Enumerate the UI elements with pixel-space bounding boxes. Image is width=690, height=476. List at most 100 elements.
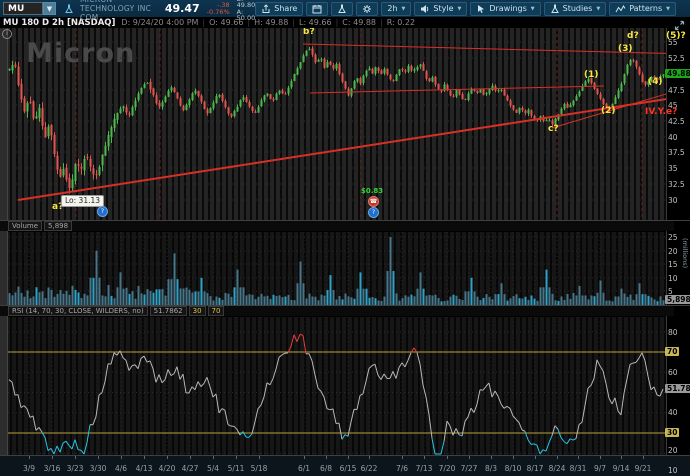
time-axis-label: 5/11 xyxy=(228,464,245,473)
patterns-button[interactable]: Patterns▼ xyxy=(609,2,676,16)
elliott-wave-label: b? xyxy=(303,27,315,37)
time-axis-tick xyxy=(167,456,168,459)
time-axis-tick xyxy=(236,456,237,459)
chevron-down-icon: ▼ xyxy=(531,6,535,12)
chevron-down-icon: ▼ xyxy=(666,6,670,12)
price-axis-label: 52.5 xyxy=(668,54,685,63)
last-price-badge: 49.88 xyxy=(665,69,690,78)
time-axis-label: 4/27 xyxy=(182,464,199,473)
time-axis-label: 6/15 xyxy=(340,464,357,473)
earnings-amount-label: $0.83 xyxy=(361,187,383,195)
volume-axis-unit: (millions) xyxy=(681,238,689,268)
symbol-dropdown-caret[interactable]: ▼ xyxy=(43,2,56,15)
field-separator: | xyxy=(292,18,295,27)
time-axis-label: 3/30 xyxy=(90,464,107,473)
time-axis-tick xyxy=(557,456,558,459)
ask-value: A: 50.00 xyxy=(237,9,256,22)
field-separator: | xyxy=(380,18,383,27)
time-axis-tick xyxy=(424,456,425,459)
share-button[interactable]: Share xyxy=(255,2,303,16)
time-axis-tick xyxy=(52,456,53,459)
info-icon[interactable]: i xyxy=(2,29,12,39)
elliott-wave-label: (1) xyxy=(584,70,599,80)
change-block: -.38 -0.76% xyxy=(207,2,230,15)
earnings-marker-icon[interactable]: ? xyxy=(368,207,379,218)
earnings-marker-icon[interactable]: ? xyxy=(97,206,108,217)
time-axis-tick xyxy=(643,456,644,459)
share-button-label: Share xyxy=(274,4,297,13)
rsi-value-badge: 51.7862 xyxy=(665,384,690,393)
elliott-wave-label: (3) xyxy=(618,44,633,54)
rsi-axis-label: 60 xyxy=(668,368,678,377)
time-axis-label: 6/22 xyxy=(361,464,378,473)
drawings-button[interactable]: Drawings ▼ xyxy=(470,2,540,16)
ohlc-field: L: 49.66 xyxy=(299,18,332,27)
style-button[interactable]: Style▼ xyxy=(414,2,467,16)
rsi-axis-label: 10 xyxy=(668,466,678,475)
analyze-flask-icon[interactable] xyxy=(64,4,74,14)
time-axis-label: 4/20 xyxy=(159,464,176,473)
rsi-overbought-setting: 70 xyxy=(208,306,225,316)
elliott-wave-label: c? xyxy=(548,124,559,134)
chevron-down-icon: ▼ xyxy=(402,6,406,12)
style-icon xyxy=(420,4,430,14)
rsi-axis-label: 40 xyxy=(668,408,678,417)
elliott-wave-label: IV.Y.e? xyxy=(645,107,677,117)
ohlc-field: C: 49.88 xyxy=(342,18,376,27)
price-axis-label: 37.5 xyxy=(668,148,685,157)
change-percent: -0.76% xyxy=(207,9,230,16)
time-axis-tick xyxy=(469,456,470,459)
time-axis-label: 9/21 xyxy=(635,464,652,473)
price-axis-label: 40 xyxy=(668,133,678,142)
time-axis-label: 8/31 xyxy=(570,464,587,473)
ohlc-fields: D: 9/24/20 4:00 PM|O: 49.66|H: 49.88|L: … xyxy=(121,18,415,27)
time-axis-tick xyxy=(402,456,403,459)
flask-button[interactable] xyxy=(331,2,353,16)
cursor-icon xyxy=(476,4,486,14)
volume-axis-label: 10 xyxy=(668,274,678,283)
rsi-axis-label: 20 xyxy=(668,446,678,455)
timeframe-button-label: 2h xyxy=(387,4,397,13)
volume-axis-label: 20 xyxy=(668,247,678,256)
volume-chart xyxy=(0,232,666,306)
time-axis-label: 7/20 xyxy=(439,464,456,473)
time-axis-tick xyxy=(121,456,122,459)
time-axis-label: 9/7 xyxy=(594,464,606,473)
expand-icon[interactable] xyxy=(674,16,685,35)
gear-button[interactable] xyxy=(356,2,378,16)
rsi-oversold-badge: 30 xyxy=(665,428,679,437)
timeframe-button[interactable]: 2h ▼ xyxy=(381,2,411,16)
rsi-label[interactable]: RSI (14, 70, 30, CLOSE, WILDERS, no) xyxy=(8,306,148,316)
time-axis-tick xyxy=(447,456,448,459)
volume-axis-label: 25 xyxy=(668,233,678,242)
time-axis-label: 6/1 xyxy=(298,464,310,473)
time-axis-tick xyxy=(75,456,76,459)
flask-icon xyxy=(550,4,560,14)
studies-button-label: Studies xyxy=(563,4,593,13)
style-button-label: Style xyxy=(433,4,453,13)
candlestick-chart xyxy=(0,28,666,222)
drawings-button-label: Drawings xyxy=(489,4,526,13)
last-price: 49.47 xyxy=(165,2,200,15)
time-axis-label: 8/17 xyxy=(527,464,544,473)
field-separator: | xyxy=(336,18,339,27)
volume-axis-label: 15 xyxy=(668,260,678,269)
price-axis-label: 42.5 xyxy=(668,117,685,126)
conference-call-marker-icon[interactable]: ☎ xyxy=(368,196,379,207)
time-axis-label: 3/16 xyxy=(44,464,61,473)
studies-button[interactable]: Studies▼ xyxy=(544,2,607,16)
thinkorswim-chart-window: MU ▼ MICRON TECHNOLOGY INC COM 49.47 -.3… xyxy=(0,0,690,476)
time-axis-label: 4/6 xyxy=(115,464,127,473)
calendar-button[interactable] xyxy=(306,2,328,16)
volume-label[interactable]: Volume xyxy=(8,221,42,231)
time-axis-tick xyxy=(144,456,145,459)
rsi-chart xyxy=(0,317,666,455)
time-axis-label: 6/8 xyxy=(320,464,332,473)
rsi-value: 51.7862 xyxy=(150,306,187,316)
symbol-input[interactable]: MU xyxy=(3,2,43,15)
time-axis-label: 7/13 xyxy=(416,464,433,473)
time-axis-tick xyxy=(213,456,214,459)
price-axis-label: 30 xyxy=(668,196,678,205)
time-axis-label: 7/6 xyxy=(396,464,408,473)
time-axis-tick xyxy=(621,456,622,459)
